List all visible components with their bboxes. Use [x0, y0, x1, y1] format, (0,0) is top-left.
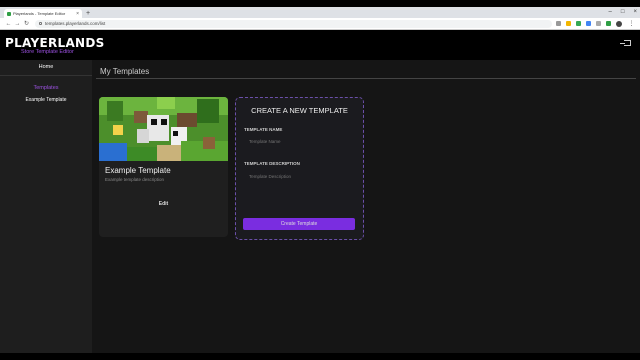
browser-tab[interactable]: Playerlands - Template Editor × [4, 9, 82, 18]
url-input[interactable]: templates.playerlands.com/list [35, 19, 552, 28]
template-card-description: Example template description [105, 177, 165, 182]
create-template-form: CREATE A NEW TEMPLATE TEMPLATE NAME TEMP… [235, 97, 364, 240]
divider [96, 78, 636, 79]
sidebar-item-templates[interactable]: Templates [0, 85, 92, 91]
extension-icon[interactable] [596, 21, 601, 26]
reload-icon[interactable]: ↻ [22, 20, 31, 27]
brand-logo[interactable]: PLAYERLANDS Store Template Editor [5, 36, 105, 55]
template-card-title: Example Template [105, 166, 171, 175]
url-text: templates.playerlands.com/list [45, 21, 106, 26]
sidebar-item-example-template[interactable]: Example Template [0, 97, 92, 103]
tab-strip: Playerlands - Template Editor × + – □ × [0, 7, 640, 18]
template-name-input[interactable] [244, 135, 355, 147]
extension-icon[interactable] [606, 21, 611, 26]
minimize-icon[interactable]: – [609, 7, 612, 17]
logout-icon[interactable] [620, 40, 631, 46]
menu-icon[interactable]: ⋮ [627, 20, 636, 27]
create-template-button[interactable]: Create Template [243, 218, 355, 230]
address-bar: ← → ↻ templates.playerlands.com/list ⋮ [0, 18, 640, 30]
app-header: PLAYERLANDS Store Template Editor [0, 30, 640, 60]
screen-frame: Playerlands - Template Editor × + – □ × … [0, 0, 640, 360]
new-tab-button[interactable]: + [86, 9, 90, 18]
template-thumbnail [99, 97, 228, 161]
app: PLAYERLANDS Store Template Editor Home T… [0, 30, 640, 353]
tab-title: Playerlands - Template Editor [13, 11, 66, 16]
create-form-title: CREATE A NEW TEMPLATE [251, 106, 348, 115]
page-title: My Templates [100, 67, 150, 76]
back-icon[interactable]: ← [4, 21, 13, 27]
main-content: My Templates Example Template Example te… [92, 60, 640, 353]
template-name-label: TEMPLATE NAME [244, 127, 283, 132]
thumbnail-image [99, 97, 228, 161]
template-card[interactable]: Example Template Example template descri… [99, 97, 228, 237]
profile-avatar[interactable] [616, 20, 622, 27]
lock-icon [39, 22, 42, 25]
bookmark-star-icon[interactable] [566, 21, 571, 26]
share-icon[interactable] [556, 21, 561, 26]
brand-name: PLAYERLANDS [5, 36, 105, 50]
browser-window: Playerlands - Template Editor × + – □ × … [0, 7, 640, 353]
maximize-icon[interactable]: □ [621, 7, 625, 17]
template-description-input[interactable] [244, 170, 355, 182]
forward-icon[interactable]: → [13, 21, 22, 27]
template-description-label: TEMPLATE DESCRIPTION [244, 161, 300, 166]
extension-icons: ⋮ [556, 20, 636, 27]
close-window-icon[interactable]: × [633, 7, 637, 17]
tab-close-icon[interactable]: × [76, 11, 79, 17]
extension-icon[interactable] [586, 21, 591, 26]
extension-icon[interactable] [576, 21, 581, 26]
sidebar-item-home[interactable]: Home [0, 64, 92, 76]
edit-button[interactable]: Edit [99, 201, 228, 207]
sidebar: Home Templates Example Template [0, 60, 92, 353]
window-controls: – □ × [609, 7, 637, 17]
site-favicon-icon [7, 11, 11, 16]
